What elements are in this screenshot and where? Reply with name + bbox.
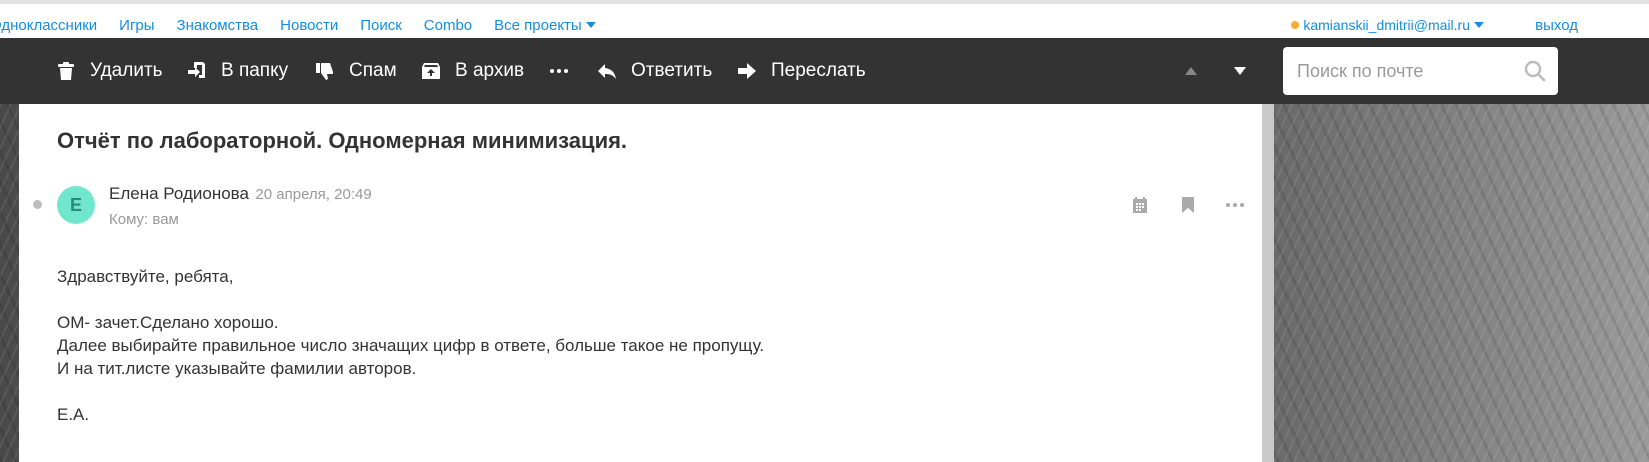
move-to-folder-button[interactable]: В папку	[187, 38, 288, 104]
portal-link-odnoklassniki[interactable]: Одноклассники	[0, 17, 97, 34]
letter-scrollbar-track[interactable]	[1262, 104, 1274, 462]
sender-name[interactable]: Елена Родионова	[109, 184, 249, 203]
portal-link-dating[interactable]: Знакомства	[177, 17, 259, 34]
reply-icon	[598, 64, 616, 79]
bookmark-icon	[1182, 197, 1194, 213]
more-actions-button[interactable]	[549, 38, 569, 104]
search-input[interactable]	[1283, 47, 1513, 95]
body-line: И на тит.листе указывайте фамилии авторо…	[57, 359, 417, 378]
avatar-letter: Е	[69, 194, 82, 215]
sent-date: 20 апреля, 20:49	[255, 186, 372, 203]
forward-icon	[738, 63, 756, 79]
letter-body: Здравствуйте, ребята, ОМ- зачет.Сделано …	[57, 265, 764, 426]
trash-icon	[58, 62, 74, 80]
search-box	[1283, 47, 1558, 95]
letter-more-button[interactable]	[1224, 194, 1246, 216]
delete-label: Удалить	[90, 60, 163, 81]
bookmark-button[interactable]	[1177, 194, 1199, 216]
portal-link-news[interactable]: Новости	[280, 17, 338, 34]
arrow-down-icon	[1234, 67, 1246, 75]
search-icon[interactable]	[1524, 60, 1546, 82]
forward-button[interactable]: Переслать	[737, 38, 866, 104]
chevron-down-icon	[585, 22, 596, 28]
status-dot-icon	[1291, 21, 1300, 29]
portal-link-games[interactable]: Игры	[119, 17, 154, 34]
portal-link-search[interactable]: Поиск	[360, 17, 402, 34]
more-icon	[1226, 203, 1244, 207]
user-email: kamianskii_dmitrii@mail.ru	[1303, 17, 1470, 33]
body-signature: Е.А.	[57, 405, 90, 424]
calendar-event-button[interactable]	[1129, 194, 1151, 216]
move-to-folder-icon	[188, 62, 205, 78]
next-letter-button[interactable]	[1225, 38, 1255, 104]
all-projects-menu[interactable]: Все проекты	[494, 17, 596, 34]
chevron-down-icon	[1474, 22, 1484, 28]
reply-button[interactable]: Ответить	[597, 38, 712, 104]
previous-letter-button[interactable]	[1176, 38, 1206, 104]
archive-button[interactable]: В архив	[421, 38, 524, 104]
recipient-line[interactable]: Кому: вам	[109, 211, 179, 228]
read-status-toggle[interactable]	[33, 200, 42, 209]
body-line: ОМ- зачет.Сделано хорошо.	[57, 313, 279, 332]
forward-label: Переслать	[771, 60, 866, 81]
delete-button[interactable]: Удалить	[56, 38, 163, 104]
user-account-menu[interactable]: kamianskii_dmitrii@mail.ru	[1291, 17, 1484, 33]
spam-button[interactable]: Спам	[315, 38, 397, 104]
portal-bar: Одноклассники Игры Знакомства Новости По…	[0, 0, 1649, 38]
arrow-up-icon	[1185, 67, 1197, 75]
mail-toolbar: Удалить В папку Спам В архив Ответить Пе…	[0, 38, 1649, 104]
all-projects-label: Все проекты	[494, 17, 582, 34]
archive-label: В архив	[455, 60, 525, 81]
spam-label: Спам	[349, 60, 397, 81]
calendar-icon	[1133, 197, 1147, 213]
body-greeting: Здравствуйте, ребята,	[57, 267, 234, 286]
avatar[interactable]: Е	[57, 186, 95, 224]
move-to-folder-label: В папку	[221, 60, 289, 81]
body-line: Далее выбирайте правильное число значащи…	[57, 336, 765, 355]
archive-icon	[422, 63, 440, 79]
sender-line: Елена Родионова 20 апреля, 20:49	[109, 184, 372, 204]
reply-label: Ответить	[631, 60, 713, 81]
logout-link[interactable]: выход	[1535, 17, 1578, 34]
letter-subject: Отчёт по лабораторной. Одномерная миними…	[57, 128, 628, 153]
thumbs-down-icon	[316, 63, 333, 80]
portal-links: Одноклассники Игры Знакомства Новости По…	[0, 17, 618, 34]
more-icon	[550, 69, 568, 73]
letter-panel: Отчёт по лабораторной. Одномерная миними…	[19, 104, 1262, 462]
portal-link-combo[interactable]: Combo	[424, 17, 472, 34]
